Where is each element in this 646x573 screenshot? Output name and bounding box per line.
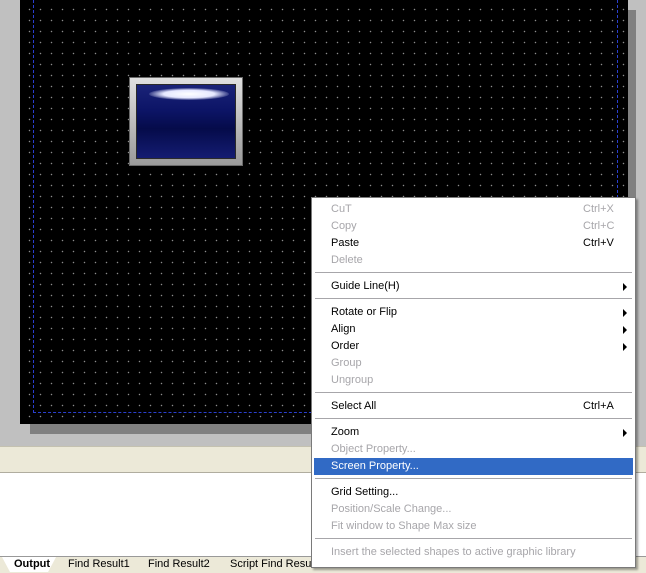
menu-item-shortcut: Ctrl+C xyxy=(583,220,615,232)
tab-find-result2[interactable]: Find Result2 xyxy=(136,557,216,572)
menu-item-label: Order xyxy=(331,340,360,352)
menu-item-label: Group xyxy=(331,357,362,369)
submenu-arrow-icon xyxy=(623,309,627,317)
menu-item-grid-setting[interactable]: Grid Setting... xyxy=(314,484,633,501)
tab-label: Find Result2 xyxy=(148,558,210,570)
menu-item-label: Insert the selected shapes to active gra… xyxy=(331,546,576,558)
menu-item-paste[interactable]: Paste Ctrl+V xyxy=(314,235,633,252)
menu-separator xyxy=(315,298,632,299)
menu-item-shortcut: Ctrl+V xyxy=(583,237,614,249)
menu-item-label: Copy xyxy=(331,220,357,232)
tab-label: Output xyxy=(14,558,51,570)
submenu-arrow-icon xyxy=(623,429,627,437)
menu-item-label: Zoom xyxy=(331,426,360,438)
menu-item-label: Grid Setting... xyxy=(331,486,399,498)
menu-item-label: Align xyxy=(331,323,356,335)
menu-item-zoom[interactable]: Zoom xyxy=(314,424,633,441)
menu-item-order[interactable]: Order xyxy=(314,338,633,355)
menu-item-delete[interactable]: Delete xyxy=(314,252,633,269)
tab-script-find-result[interactable]: Script Find Result xyxy=(218,557,323,572)
menu-item-label: Paste xyxy=(331,237,360,249)
menu-item-label: Delete xyxy=(331,254,363,266)
tab-output[interactable]: Output xyxy=(2,557,56,572)
menu-item-ungroup[interactable]: Ungroup xyxy=(314,372,633,389)
menu-item-label: Ungroup xyxy=(331,374,374,386)
menu-item-label: Object Property... xyxy=(331,443,416,455)
menu-item-label: Position/Scale Change... xyxy=(331,503,452,515)
menu-item-insert-to-library[interactable]: Insert the selected shapes to active gra… xyxy=(314,544,633,561)
tab-label: Script Find Result xyxy=(230,558,317,570)
tab-find-result1[interactable]: Find Result1 xyxy=(56,557,136,572)
context-menu: CuT Ctrl+X Copy Ctrl+C Paste Ctrl+V Dele… xyxy=(311,197,636,568)
menu-separator xyxy=(315,418,632,419)
tab-label: Find Result1 xyxy=(68,558,130,570)
menu-item-object-property[interactable]: Object Property... xyxy=(314,441,633,458)
menu-item-guide-line[interactable]: Guide Line(H) xyxy=(314,278,633,295)
menu-item-label: Fit window to Shape Max size xyxy=(331,520,477,532)
menu-item-screen-property[interactable]: Screen Property... xyxy=(314,458,633,475)
menu-item-label: Guide Line(H) xyxy=(331,280,400,292)
menu-separator xyxy=(315,538,632,539)
lamp-lens xyxy=(136,84,236,159)
menu-item-cut[interactable]: CuT Ctrl+X xyxy=(314,201,633,218)
menu-item-select-all[interactable]: Select All Ctrl+A xyxy=(314,398,633,415)
menu-separator xyxy=(315,272,632,273)
menu-item-shortcut: Ctrl+A xyxy=(583,400,614,412)
menu-separator xyxy=(315,478,632,479)
submenu-arrow-icon xyxy=(623,343,627,351)
menu-item-group[interactable]: Group xyxy=(314,355,633,372)
menu-separator xyxy=(315,392,632,393)
menu-item-copy[interactable]: Copy Ctrl+C xyxy=(314,218,633,235)
menu-item-position-scale-change[interactable]: Position/Scale Change... xyxy=(314,501,633,518)
menu-item-label: Screen Property... xyxy=(331,460,419,472)
menu-item-rotate-flip[interactable]: Rotate or Flip xyxy=(314,304,633,321)
menu-item-label: CuT xyxy=(331,203,352,215)
submenu-arrow-icon xyxy=(623,283,627,291)
menu-item-align[interactable]: Align xyxy=(314,321,633,338)
menu-item-shortcut: Ctrl+X xyxy=(583,203,614,215)
menu-item-label: Rotate or Flip xyxy=(331,306,398,318)
menu-item-label: Select All xyxy=(331,400,377,412)
menu-item-fit-window[interactable]: Fit window to Shape Max size xyxy=(314,518,633,535)
lamp-highlight xyxy=(149,88,229,100)
submenu-arrow-icon xyxy=(623,326,627,334)
lamp-shape[interactable] xyxy=(129,77,243,166)
